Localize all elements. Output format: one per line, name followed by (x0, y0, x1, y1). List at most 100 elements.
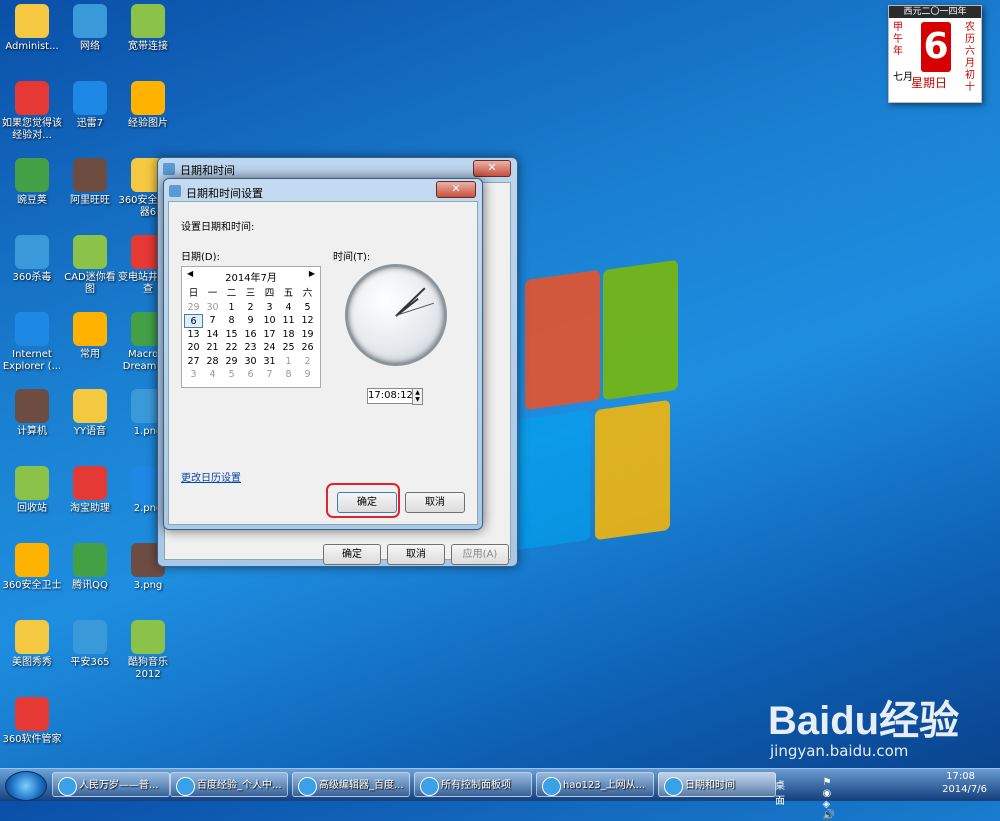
calendar-day[interactable]: 28 (203, 355, 222, 369)
desktop-icon[interactable]: 计算机 (2, 389, 62, 438)
close-button[interactable]: ✕ (473, 160, 511, 177)
calendar-day[interactable]: 30 (241, 355, 260, 369)
taskbar-item[interactable]: hao123_上网从... (536, 772, 654, 797)
calendar-day[interactable]: 11 (279, 314, 298, 328)
show-desktop-label[interactable]: 桌面 (775, 777, 785, 807)
calendar-day[interactable]: 24 (260, 341, 279, 355)
taskbar-item[interactable]: 人民万岁——普... (52, 772, 170, 797)
calendar-day[interactable]: 3 (184, 368, 203, 382)
recycle-bin-icon (15, 466, 49, 500)
calendar-day[interactable]: 21 (203, 341, 222, 355)
calendar-day[interactable]: 29 (222, 355, 241, 369)
calendar-day[interactable]: 27 (184, 355, 203, 369)
calendar-day[interactable]: 3 (260, 301, 279, 315)
calendar-day[interactable]: 5 (222, 368, 241, 382)
month-header[interactable]: 2014年7月 (182, 269, 320, 284)
calendar-day[interactable]: 1 (222, 301, 241, 315)
calendar-day[interactable]: 4 (203, 368, 222, 382)
calendar-day[interactable]: 4 (279, 301, 298, 315)
calendar-day[interactable]: 9 (298, 368, 317, 382)
desktop-icon[interactable]: 经验图片 (118, 81, 178, 130)
desktop-icon[interactable]: 豌豆荚 (2, 158, 62, 207)
calendar-day[interactable]: 6 (241, 368, 260, 382)
calendar-day[interactable]: 17 (260, 328, 279, 342)
calendar-day[interactable]: 2 (298, 355, 317, 369)
tray-icons[interactable]: ⚑ ◉ ◈ 🔊 (823, 777, 835, 821)
desktop-icon[interactable]: 360安全卫士 (2, 543, 62, 592)
weekday-header: 三 (245, 288, 256, 299)
calendar-day[interactable]: 31 (260, 355, 279, 369)
next-month-icon[interactable]: ▶ (309, 269, 315, 278)
desktop-icon[interactable]: CAD迷你看图 (60, 235, 120, 296)
calendar-day[interactable]: 12 (298, 314, 317, 328)
ok-button[interactable]: 确定 (323, 544, 381, 565)
desktop-icon[interactable]: 360软件管家 (2, 697, 62, 746)
calendar-day[interactable]: 19 (298, 328, 317, 342)
weekday-header: 一 (207, 288, 218, 299)
month-calendar[interactable]: ◀ 2014年7月 ▶ 日一二三四五六 29 30 1 2 3 4 5 6 7 8 9 10 11 12 13… (181, 266, 321, 388)
weekday-header: 四 (264, 288, 275, 299)
desktop-icon[interactable]: 网络 (60, 4, 120, 53)
time-spinner[interactable]: ▲ ▼ (412, 388, 423, 405)
calendar-widget-weekday: 星期日 (911, 76, 948, 90)
calendar-widget-month: 七月 (893, 72, 913, 83)
change-calendar-settings-link[interactable]: 更改日历设置 (181, 469, 241, 484)
calendar-day[interactable]: 2 (241, 301, 260, 315)
calendar-day[interactable]: 7 (260, 368, 279, 382)
calendar-day[interactable]: 22 (222, 341, 241, 355)
cancel-button[interactable]: 取消 (387, 544, 445, 565)
desktop-icon[interactable]: Administ... (2, 4, 62, 53)
taskbar-item[interactable]: 日期和时间 (658, 772, 776, 797)
calendar-day[interactable]: 29 (184, 301, 203, 315)
calendar-day[interactable]: 18 (279, 328, 298, 342)
taskbar-item[interactable]: 百度经验_个人中... (170, 772, 288, 797)
desktop-icon[interactable]: 常用 (60, 312, 120, 361)
calendar-day[interactable]: 30 (203, 301, 222, 315)
calendar-day[interactable]: 10 (260, 314, 279, 328)
taskbar-item-label: 人民万岁——普... (79, 780, 159, 791)
folder-icon (131, 81, 165, 115)
taskbar-item[interactable]: 高级编辑器_百度... (292, 772, 410, 797)
calendar-day[interactable]: 23 (241, 341, 260, 355)
desktop-icon[interactable]: 回收站 (2, 466, 62, 515)
desktop-icon[interactable]: 淘宝助理 (60, 466, 120, 515)
clock-date[interactable]: 2014/7/6 (942, 784, 987, 795)
date-time-settings-dialog[interactable]: 日期和时间设置 ✕ 设置日期和时间: 日期(D): 时间(T): ◀ 2014年… (163, 178, 483, 530)
desktop-icon-label: 回收站 (17, 503, 47, 514)
calendar-day[interactable]: 14 (203, 328, 222, 342)
calendar-day[interactable]: 13 (184, 328, 203, 342)
desktop-icon[interactable]: 平安365 (60, 620, 120, 669)
close-button[interactable]: ✕ (436, 181, 476, 198)
calendar-day[interactable]: 25 (279, 341, 298, 355)
taskbar-item[interactable]: 所有控制面板项 (414, 772, 532, 797)
calendar-day[interactable]: 26 (298, 341, 317, 355)
start-button[interactable] (5, 771, 47, 801)
time-input[interactable]: 17:08:12 (367, 388, 413, 404)
calendar-day[interactable]: 15 (222, 328, 241, 342)
calendar-day[interactable]: 20 (184, 341, 203, 355)
desktop-icon[interactable]: 酷狗音乐 2012 (118, 620, 178, 681)
calendar-day[interactable]: 16 (241, 328, 260, 342)
clock-window-icon (163, 163, 175, 175)
calendar-day[interactable]: 5 (298, 301, 317, 315)
calendar-day[interactable]: 8 (279, 368, 298, 382)
desktop-icon[interactable]: 如果您觉得该经验对... (2, 81, 62, 142)
apply-button[interactable]: 应用(A) (451, 544, 509, 565)
clock-time[interactable]: 17:08 (946, 771, 975, 782)
desktop-icon[interactable]: 360杀毒 (2, 235, 62, 284)
desktop-icon[interactable]: 阿里旺旺 (60, 158, 120, 207)
calendar-widget[interactable]: 西元二〇一四年 甲午年 6 农历六月初十 七月 星期日 (888, 5, 982, 103)
cancel-button[interactable]: 取消 (405, 492, 465, 513)
desktop-icon[interactable]: YY语音 (60, 389, 120, 438)
calendar-day[interactable]: 7 (203, 314, 222, 328)
desktop-icon[interactable]: 迅雷7 (60, 81, 120, 130)
calendar-day[interactable]: 1 (279, 355, 298, 369)
calendar-day[interactable]: 9 (241, 314, 260, 328)
desktop-icon[interactable]: 宽带连接 (118, 4, 178, 53)
calendar-day[interactable]: 8 (222, 314, 241, 328)
calendar-day[interactable]: 6 (184, 314, 203, 328)
desktop-icon[interactable]: Internet Explorer (... (2, 312, 62, 373)
desktop-icon[interactable]: 腾讯QQ (60, 543, 120, 592)
weekday-header: 二 (226, 288, 237, 299)
desktop-icon[interactable]: 美图秀秀 (2, 620, 62, 669)
